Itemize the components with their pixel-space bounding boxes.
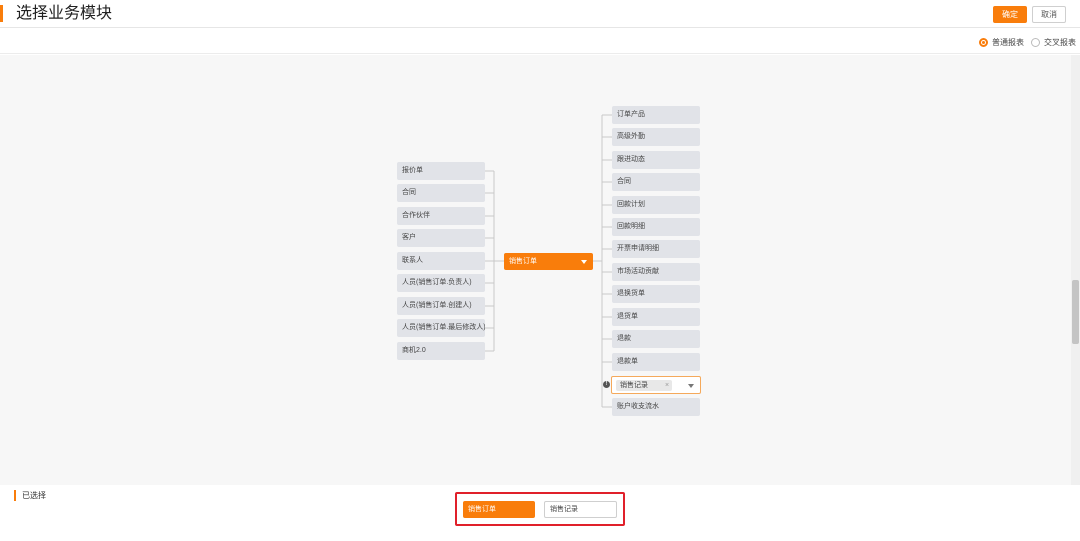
title-accent-bar xyxy=(0,5,3,22)
center-node-label: 销售订单 xyxy=(509,258,537,265)
vertical-scrollbar-thumb[interactable] xyxy=(1072,280,1079,344)
radio-cross-label: 交叉报表 xyxy=(1044,38,1076,47)
header-bar: 选择业务模块 确定 取消 xyxy=(0,0,1080,28)
chevron-down-icon[interactable] xyxy=(688,384,694,388)
selected-chip-sales-record: 销售记录 xyxy=(544,501,617,518)
selected-chip-sales-order: 销售订单 xyxy=(463,501,535,518)
close-icon[interactable]: × xyxy=(665,380,669,391)
right-node-payment-detail[interactable]: 回款明细 xyxy=(612,218,700,236)
radio-normal-report[interactable]: 普通报表 xyxy=(979,37,1024,48)
left-node-creator[interactable]: 人员(销售订单.创建人) xyxy=(397,297,485,315)
report-type-bar: 普通报表 交叉报表 xyxy=(0,29,1080,54)
confirm-button[interactable]: 确定 xyxy=(993,6,1027,23)
center-node-sales-order[interactable]: 销售订单 xyxy=(504,253,593,270)
right-node-order-product[interactable]: 订单产品 xyxy=(612,106,700,124)
cancel-button[interactable]: 取消 xyxy=(1032,6,1066,23)
right-node-return-goods[interactable]: 退货单 xyxy=(612,308,700,326)
left-node-opportunity[interactable]: 商机2.0 xyxy=(397,342,485,360)
left-node-contract[interactable]: 合同 xyxy=(397,184,485,202)
radio-normal-label: 普通报表 xyxy=(992,38,1024,47)
selected-section-title: 已选择 xyxy=(22,491,46,500)
right-node-account-flow[interactable]: 账户收支流水 xyxy=(612,398,700,416)
left-node-quote[interactable]: 报价单 xyxy=(397,162,485,180)
right-node-campaign[interactable]: 市场活动贡献 xyxy=(612,263,700,281)
right-node-follow-up[interactable]: 跟进动态 xyxy=(612,151,700,169)
module-tree-canvas xyxy=(0,55,1071,485)
right-node-sales-record-select[interactable]: 销售记录 × xyxy=(611,376,701,394)
right-node-refund-order[interactable]: 退款单 xyxy=(612,353,700,371)
left-node-partner[interactable]: 合作伙伴 xyxy=(397,207,485,225)
left-node-owner[interactable]: 人员(销售订单.负责人) xyxy=(397,274,485,292)
info-icon: ! xyxy=(603,381,610,388)
right-node-contract[interactable]: 合同 xyxy=(612,173,700,191)
page-title: 选择业务模块 xyxy=(16,5,113,22)
radio-cross-report[interactable]: 交叉报表 xyxy=(1031,37,1076,48)
left-node-contact[interactable]: 联系人 xyxy=(397,252,485,270)
right-node-exchange[interactable]: 退换货单 xyxy=(612,285,700,303)
selected-accent-bar xyxy=(14,490,16,501)
radio-unchecked-icon xyxy=(1031,38,1040,47)
selected-tag-label: 销售记录 xyxy=(620,382,648,389)
left-node-last-modifier[interactable]: 人员(销售订单.最后修改人) xyxy=(397,319,485,337)
selected-tag: 销售记录 × xyxy=(616,380,672,391)
radio-checked-icon xyxy=(979,38,988,47)
right-node-refund[interactable]: 退款 xyxy=(612,330,700,348)
right-node-advanced-field[interactable]: 高级外勤 xyxy=(612,128,700,146)
left-node-customer[interactable]: 客户 xyxy=(397,229,485,247)
chevron-down-icon[interactable] xyxy=(581,260,587,264)
vertical-scrollbar-track[interactable] xyxy=(1071,55,1080,485)
right-node-payment-plan[interactable]: 回款计划 xyxy=(612,196,700,214)
right-node-invoice-detail[interactable]: 开票申请明细 xyxy=(612,240,700,258)
